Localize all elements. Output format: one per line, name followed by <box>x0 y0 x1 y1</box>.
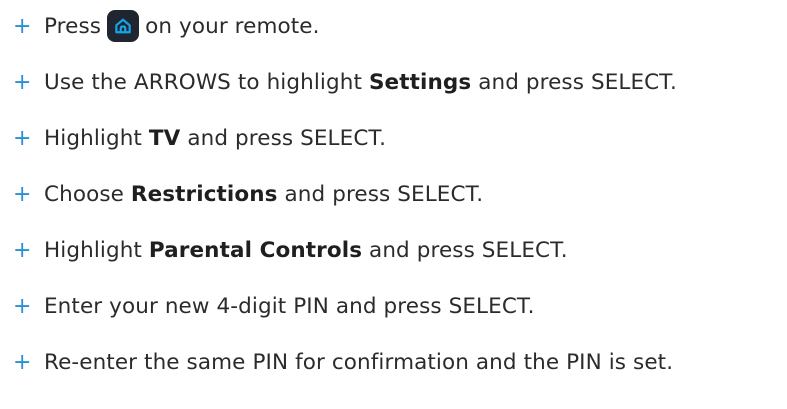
bullet-plus: + <box>13 69 32 95</box>
step-1-text-after: on your remote. <box>145 13 320 39</box>
step-1: + Press on your remote. <box>0 6 320 46</box>
step-1-text-before: Press <box>44 13 102 39</box>
step-4-text-after: and press SELECT. <box>284 181 484 207</box>
step-5-text-after: and press SELECT. <box>369 237 568 263</box>
step-2-text-after: and press SELECT. <box>478 69 677 95</box>
bullet-plus: + <box>13 125 32 151</box>
bullet-plus: + <box>13 349 32 375</box>
step-2-keyword: Settings <box>368 69 472 95</box>
bullet-plus: + <box>13 293 32 319</box>
step-4: + Choose Restrictions and press SELECT. <box>0 174 483 214</box>
step-5-keyword: Parental Controls <box>148 237 363 263</box>
bullet-plus: + <box>13 13 32 39</box>
step-4-keyword: Restrictions <box>130 181 278 207</box>
home-icon <box>115 18 131 34</box>
step-6: + Enter your new 4-digit PIN and press S… <box>0 286 535 326</box>
home-button-icon <box>107 10 140 42</box>
step-7: + Re-enter the same PIN for confirmation… <box>0 342 673 382</box>
step-2-text-before: Use the ARROWS to highlight <box>44 69 363 95</box>
bullet-plus: + <box>13 237 32 263</box>
step-7-text: Re-enter the same PIN for confirmation a… <box>44 349 674 375</box>
step-3-text-before: Highlight <box>44 125 142 151</box>
step-3-keyword: TV <box>148 125 181 151</box>
step-5-text-before: Highlight <box>44 237 142 263</box>
step-3: + Highlight TV and press SELECT. <box>0 118 386 158</box>
step-6-text: Enter your new 4-digit PIN and press SEL… <box>44 293 535 319</box>
bullet-plus: + <box>13 181 32 207</box>
step-5: + Highlight Parental Controls and press … <box>0 230 568 270</box>
step-2: + Use the ARROWS to highlight Settings a… <box>0 62 677 102</box>
step-4-text-before: Choose <box>44 181 124 207</box>
step-3-text-after: and press SELECT. <box>187 125 387 151</box>
